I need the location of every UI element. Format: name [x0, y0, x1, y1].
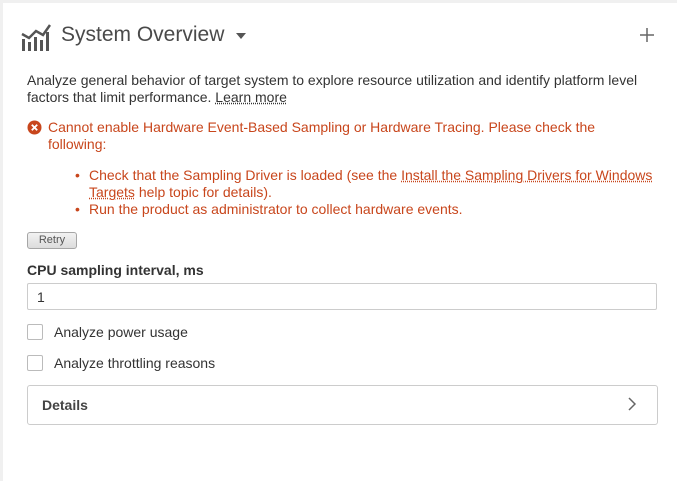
error-list: • Check that the Sampling Driver is loade…: [73, 167, 663, 218]
error-list-item: • Run the product as administrator to col…: [73, 201, 663, 218]
details-expander[interactable]: Details: [27, 385, 658, 425]
analyze-power-usage-checkbox[interactable]: [27, 324, 43, 340]
caret-down-icon[interactable]: [235, 32, 247, 40]
analysis-description: Analyze general behavior of target syste…: [27, 72, 652, 106]
analyze-power-usage-label: Analyze power usage: [54, 324, 188, 340]
error-list-item: • Check that the Sampling Driver is loade…: [73, 167, 663, 201]
bullet: •: [75, 167, 80, 183]
bar-chart-icon: [21, 24, 51, 51]
analyze-throttling-reasons-checkbox[interactable]: [27, 355, 43, 371]
error-circle-icon: [27, 120, 42, 135]
learn-more-link[interactable]: Learn more: [215, 89, 287, 105]
error-item-prefix: Check that the Sampling Driver is loaded…: [89, 167, 398, 183]
system-overview-panel: System Overview Analyze general behavior…: [3, 3, 677, 481]
bullet: •: [75, 201, 80, 217]
details-label: Details: [42, 397, 88, 413]
page-title: System Overview: [61, 23, 225, 46]
retry-button[interactable]: Retry: [27, 232, 77, 249]
plus-icon[interactable]: [637, 25, 657, 45]
analyze-throttling-reasons-label: Analyze throttling reasons: [54, 355, 216, 371]
chevron-right-icon: [628, 397, 637, 411]
sampling-interval-input[interactable]: [27, 283, 657, 310]
error-item-suffix: help topic for details).: [138, 184, 272, 200]
error-text: Cannot enable Hardware Event-Based Sampl…: [48, 119, 596, 152]
panel-header: System Overview: [3, 3, 677, 67]
error-item-text: Run the product as administrator to coll…: [89, 201, 463, 217]
description-text: Analyze general behavior of target syste…: [27, 72, 638, 105]
sampling-interval-label: CPU sampling interval, ms: [27, 262, 204, 278]
